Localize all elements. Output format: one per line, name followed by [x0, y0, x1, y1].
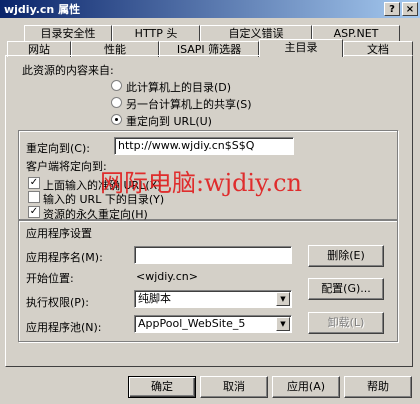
- help-button[interactable]: 帮助: [344, 376, 412, 398]
- unload-button[interactable]: 卸载(L): [308, 312, 384, 334]
- start-point-value: <wjdiy.cn>: [136, 270, 198, 283]
- radio-network-share-label: 另一台计算机上的共享(S): [126, 98, 252, 111]
- app-pool-value: AppPool_WebSite_5: [138, 317, 246, 330]
- exec-permissions-value: 纯脚本: [138, 292, 171, 305]
- tab-directory-security[interactable]: 目录安全性: [24, 25, 112, 41]
- apply-button[interactable]: 应用(A): [272, 376, 340, 398]
- tab-home-directory[interactable]: 主目录: [259, 39, 343, 57]
- radio-local-directory-label: 此计算机上的目录(D): [126, 81, 232, 94]
- tab-http-headers[interactable]: HTTP 头: [112, 25, 200, 41]
- content-source-heading: 此资源的内容来自:: [22, 64, 114, 77]
- redirect-url-input[interactable]: http://www.wjdiy.cn$S$Q: [114, 137, 294, 155]
- exec-permissions-label: 执行权限(P):: [26, 296, 89, 309]
- checkbox-permanent-redirect[interactable]: ✓: [28, 206, 40, 218]
- app-settings-heading: 应用程序设置: [26, 227, 92, 240]
- radio-local-directory[interactable]: [111, 80, 122, 91]
- help-icon[interactable]: ?: [384, 2, 400, 16]
- cancel-button[interactable]: 取消: [200, 376, 268, 398]
- chevron-down-icon[interactable]: ▼: [276, 317, 290, 331]
- radio-redirect-url[interactable]: [111, 114, 122, 125]
- ok-button[interactable]: 确定: [128, 376, 196, 398]
- start-point-label: 开始位置:: [26, 272, 74, 285]
- redirect-to-label: 重定向到(C):: [26, 142, 90, 155]
- app-name-input[interactable]: [134, 246, 292, 264]
- configure-button[interactable]: 配置(G)...: [308, 278, 384, 300]
- exec-permissions-select[interactable]: 纯脚本 ▼: [134, 290, 292, 308]
- close-icon[interactable]: ×: [402, 2, 418, 16]
- window-title: wjdiy.cn 属性: [4, 3, 81, 16]
- radio-redirect-url-label: 重定向到 URL(U): [126, 115, 212, 128]
- checkbox-permanent-redirect-label: 资源的永久重定向(H): [43, 208, 148, 221]
- client-redirect-heading: 客户端将定向到:: [26, 160, 107, 173]
- app-pool-label: 应用程序池(N):: [26, 321, 102, 334]
- checkbox-exact-url[interactable]: ✓: [28, 177, 40, 189]
- chevron-down-icon[interactable]: ▼: [276, 292, 290, 306]
- app-name-label: 应用程序名(M):: [26, 251, 103, 264]
- remove-button[interactable]: 删除(E): [308, 245, 384, 267]
- radio-network-share[interactable]: [111, 97, 122, 108]
- watermark-text: 网际电脑:wjdiy.cn: [100, 169, 303, 197]
- checkbox-directory-below[interactable]: [28, 191, 40, 203]
- app-pool-select[interactable]: AppPool_WebSite_5 ▼: [134, 315, 292, 333]
- title-bar: wjdiy.cn 属性 ? ×: [0, 0, 420, 18]
